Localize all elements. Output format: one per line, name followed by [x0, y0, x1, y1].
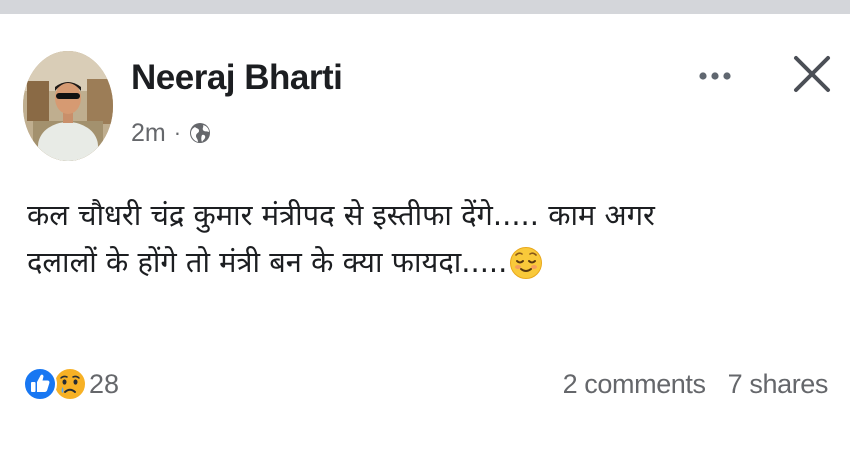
- like-icon: [23, 367, 57, 401]
- post-text: कल चौधरी चंद्र कुमार मंत्रीपद से इस्तीफा…: [27, 192, 817, 294]
- post-text-line-with-emoji: दलालों के होंगे तो मंत्री बन के क्या फाय…: [27, 239, 817, 294]
- more-options-button[interactable]: [690, 56, 740, 96]
- relieved-face-emoji: [509, 246, 543, 294]
- avatar-photo: [23, 51, 113, 161]
- close-button[interactable]: [788, 50, 836, 98]
- post-text-line: कल चौधरी चंद्र कुमार मंत्रीपद से इस्तीफा…: [27, 198, 655, 232]
- shares-count-link[interactable]: 7 shares: [728, 369, 829, 400]
- top-divider-bar: [0, 0, 850, 14]
- post-stats: 2 comments 7 shares: [563, 366, 829, 402]
- reactions-summary[interactable]: 28: [23, 366, 119, 402]
- close-icon: [794, 56, 830, 92]
- post-text-line: दलालों के होंगे तो मंत्री बन के क्या फाय…: [27, 245, 508, 279]
- more-dots-icon: [699, 72, 731, 80]
- post-card: Neeraj Bharti 2m · कल चौधरी चंद्र कुमार …: [0, 14, 850, 450]
- post-meta: 2m ·: [131, 116, 212, 150]
- avatar[interactable]: [23, 51, 113, 161]
- post-timestamp[interactable]: 2m: [131, 119, 166, 148]
- author-name[interactable]: Neeraj Bharti: [131, 58, 343, 98]
- reaction-icons: [23, 366, 95, 402]
- comments-count-link[interactable]: 2 comments: [563, 369, 706, 400]
- meta-separator: ·: [173, 120, 182, 145]
- globe-icon[interactable]: [188, 121, 212, 145]
- sad-icon: [53, 367, 87, 401]
